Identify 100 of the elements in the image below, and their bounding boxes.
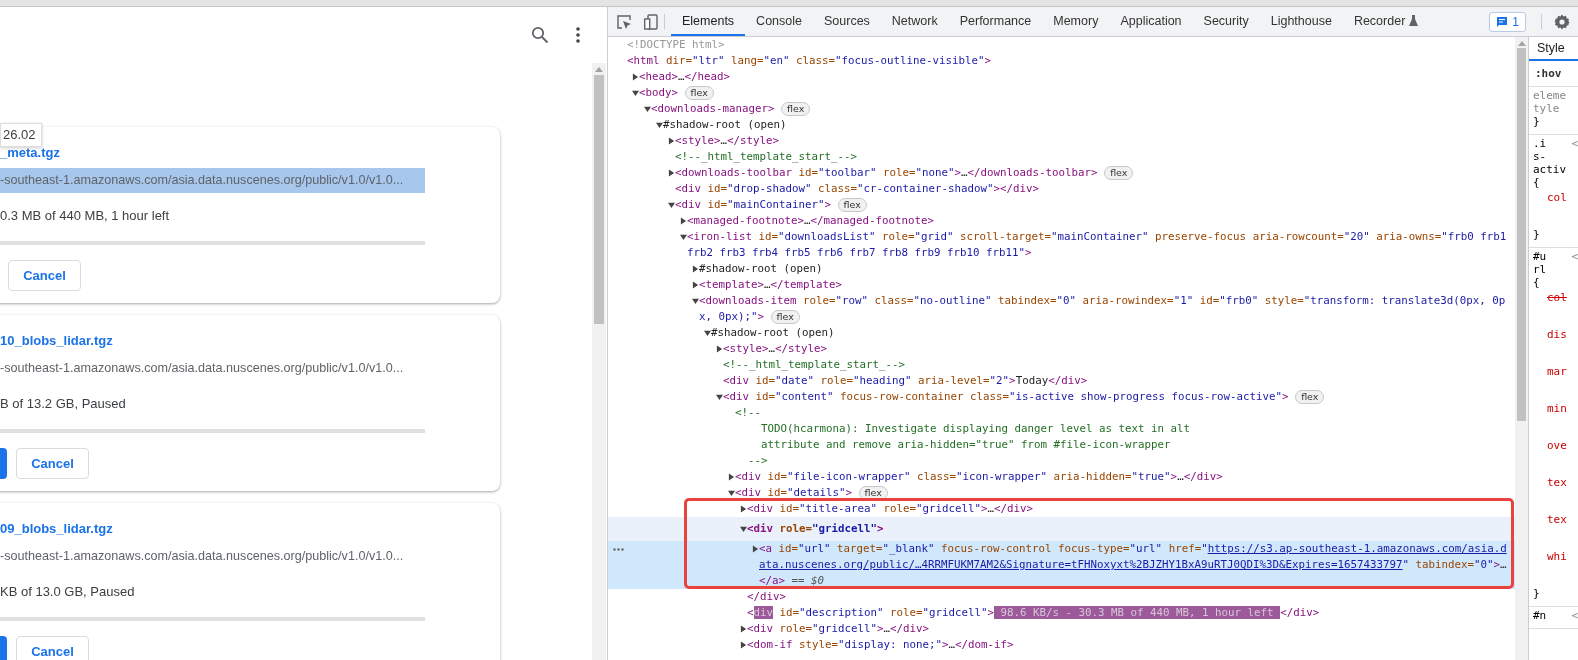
- tree-row[interactable]: <div id="title-area" role="gridcell">…</div>: [608, 501, 1515, 517]
- tree-row[interactable]: [608, 541, 1515, 589]
- styles-tab[interactable]: Style: [1529, 37, 1578, 61]
- caret-icon[interactable]: [656, 121, 663, 129]
- devtools-tab[interactable]: Performance: [948, 7, 1043, 36]
- caret-icon[interactable]: [716, 345, 723, 353]
- tree-row[interactable]: <style>…</style>: [608, 341, 1515, 357]
- code-line: #shadow-root (open): [663, 117, 788, 133]
- status-text: KB of 13.0 GB, Paused: [0, 583, 136, 601]
- code-line: <div role="gridcell">: [747, 521, 885, 537]
- scrollbar[interactable]: [1515, 37, 1528, 660]
- more-icon[interactable]: [613, 548, 624, 551]
- property-name[interactable]: ove: [1533, 439, 1578, 452]
- code-line: <a id="url" target="_blank" focus-row-control focus-type="url" href="https://s3.ap-southeast-1.amazonaws.com/asia.data.nuscenes.org/public/…4RRMFUKM7AM2&Signature=tFHNoxyxt%2BJZHY1BxA9uRTJ0QDI%3D&Expires=1657433797" tabindex="0">…: [759, 541, 1508, 573]
- code-line: <template>…</template>: [699, 277, 844, 293]
- more-vert-icon[interactable]: [576, 27, 580, 43]
- cancel-button[interactable]: Cancel: [16, 448, 89, 479]
- caret-icon[interactable]: [692, 265, 699, 273]
- scrollbar[interactable]: [592, 63, 606, 660]
- cancel-button[interactable]: Cancel: [8, 260, 81, 291]
- cancel-button[interactable]: Cancel: [16, 636, 89, 660]
- devtools-tab[interactable]: Console: [745, 7, 813, 36]
- tree-row[interactable]: <div id="date" role="heading" aria-level="2">Today</div>: [608, 373, 1515, 389]
- tree-row[interactable]: <div id="file-icon-wrapper" class="icon-wrapper" aria-hidden="true">…</div>: [608, 469, 1515, 485]
- scrollbar-thumb[interactable]: [1517, 48, 1526, 421]
- property-name[interactable]: dis: [1533, 328, 1578, 341]
- search-icon[interactable]: [531, 26, 549, 44]
- issues-button[interactable]: 1: [1489, 11, 1526, 32]
- caret-icon[interactable]: [740, 525, 747, 533]
- property-name[interactable]: tex: [1533, 476, 1578, 489]
- tree-row[interactable]: <!-- TODO(hcarmona): Investigate displaying danger level as text in alt attribute and remove aria-hidden="true" from #file-icon-wrapper -->: [608, 405, 1515, 469]
- devtools-tab[interactable]: Lighthouse: [1259, 7, 1343, 36]
- caret-icon[interactable]: [668, 169, 675, 177]
- tree-row[interactable]: #shadow-root (open): [608, 117, 1515, 133]
- caret-icon[interactable]: [692, 281, 699, 289]
- tree-row[interactable]: <div role="gridcell">: [608, 517, 1515, 541]
- settings-icon[interactable]: [1554, 13, 1570, 30]
- message-icon: [1496, 15, 1509, 28]
- caret-icon[interactable]: [644, 105, 651, 113]
- tree-row[interactable]: <div id="drop-shadow" class="cr-container-shadow"></div>: [608, 181, 1515, 197]
- devtools-tab[interactable]: Recorder: [1342, 7, 1430, 36]
- property-name[interactable]: col: [1533, 191, 1578, 204]
- brace: {: [1533, 276, 1541, 289]
- tree-row[interactable]: <div id="description" role="gridcell"> 98.6 KB/s - 30.3 MB of 440 MB, 1 hour left </div>: [608, 605, 1515, 621]
- selector-text: s-: [1533, 150, 1547, 163]
- code-line: <html dir="ltr" lang="en" class="focus-outline-visible">: [627, 53, 993, 69]
- tree-row[interactable]: <div role="gridcell">…</div>: [608, 621, 1515, 637]
- inspect-icon[interactable]: [616, 13, 632, 30]
- property-name[interactable]: mar: [1533, 365, 1578, 378]
- file-name-link[interactable]: 09_blobs_lidar.tgz: [0, 519, 500, 539]
- caret-icon[interactable]: [668, 201, 675, 209]
- code-line: <dom-if style="display: none;">…</dom-if>: [747, 637, 1015, 653]
- brace: }: [1533, 587, 1541, 600]
- source-link[interactable]: <: [1571, 250, 1578, 263]
- property-name[interactable]: col: [1533, 291, 1578, 304]
- selector-text: #u: [1533, 250, 1547, 263]
- devtools-tab[interactable]: Application: [1109, 7, 1193, 36]
- property-name[interactable]: whi: [1533, 550, 1578, 563]
- code-line: <div id="file-icon-wrapper" class="icon-wrapper" aria-hidden="true">…</div>: [735, 469, 1224, 485]
- caret-icon[interactable]: [740, 625, 747, 633]
- devtools-tab[interactable]: Memory: [1042, 7, 1110, 36]
- status-text: 0.3 MB of 440 MB, 1 hour left: [0, 207, 171, 225]
- property-name[interactable]: tex: [1533, 513, 1578, 526]
- code-line: <managed-footnote>…</managed-footnote>: [687, 213, 936, 229]
- tree-row[interactable]: <html dir="ltr" lang="en" class="focus-outline-visible">: [608, 53, 1515, 69]
- caret-icon[interactable]: [680, 233, 687, 241]
- caret-icon[interactable]: [728, 473, 735, 481]
- caret-icon[interactable]: [752, 545, 759, 553]
- caret-icon[interactable]: [740, 641, 747, 649]
- source-link[interactable]: <: [1571, 137, 1578, 150]
- caret-icon[interactable]: [668, 137, 675, 145]
- caret-icon[interactable]: [704, 329, 711, 337]
- device-icon[interactable]: [644, 13, 658, 30]
- tree-row[interactable]: <style>…</style>: [608, 133, 1515, 149]
- caret-icon[interactable]: [632, 89, 639, 97]
- property-name[interactable]: min: [1533, 402, 1578, 415]
- tree-row[interactable]: <head>…</head>: [608, 69, 1515, 85]
- caret-icon[interactable]: [632, 73, 639, 81]
- tree-row[interactable]: <!--_html_template_start_-->: [608, 357, 1515, 373]
- scrollbar-thumb[interactable]: [594, 75, 604, 324]
- tree-row[interactable]: #shadow-root (open): [608, 325, 1515, 341]
- caret-icon[interactable]: [740, 505, 747, 513]
- code-line: <div role="gridcell">…</div>: [747, 621, 931, 637]
- devtools-tab[interactable]: Elements: [671, 7, 746, 36]
- devtools-tab[interactable]: Sources: [813, 7, 881, 36]
- devtools-tab[interactable]: Network: [880, 7, 949, 36]
- tree-row[interactable]: <managed-footnote>…</managed-footnote>: [608, 213, 1515, 229]
- source-link[interactable]: <: [1571, 609, 1578, 622]
- devtools-tab[interactable]: Security: [1192, 7, 1260, 36]
- tooltip: 26.02: [0, 123, 42, 147]
- tree-row[interactable]: #shadow-root (open): [608, 261, 1515, 277]
- caret-icon[interactable]: [692, 297, 699, 305]
- code-line: <style>…</style>: [723, 341, 829, 357]
- file-name-link[interactable]: 10_blobs_lidar.tgz: [0, 331, 500, 351]
- caret-icon[interactable]: [728, 489, 735, 497]
- tree-row[interactable]: <template>…</template>: [608, 277, 1515, 293]
- tree-row[interactable]: <dom-if style="display: none;">…</dom-if>: [608, 637, 1515, 653]
- tree-row[interactable]: <!--_html_template_start_-->: [608, 149, 1515, 165]
- caret-icon[interactable]: [680, 217, 687, 225]
- caret-icon[interactable]: [716, 393, 723, 401]
